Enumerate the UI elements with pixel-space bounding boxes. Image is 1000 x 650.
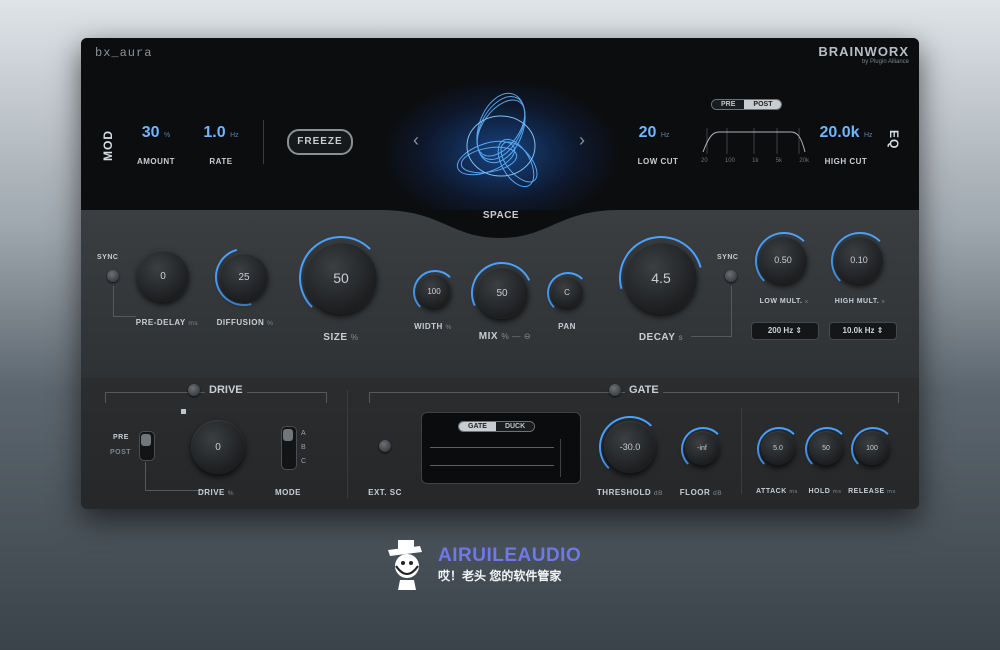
low-mult-knob[interactable]: 0.50 [759, 236, 807, 284]
high-mult-freq-select[interactable]: 10.0k Hz ⇕ [829, 322, 897, 340]
eq-freq-ticks: 20 100 1k 5k 20k [701, 158, 809, 164]
ext-sc-button[interactable] [379, 440, 391, 452]
mode-option: C [301, 458, 307, 465]
mode-option: B [301, 444, 306, 451]
pan-knob[interactable]: C [551, 276, 583, 308]
diffusion-label: DIFFUSION % [216, 318, 274, 327]
sync-connector [113, 286, 136, 317]
eq-label: EQ [887, 130, 901, 150]
floor-label: FLOOR dB [679, 488, 723, 497]
sync-right-label: SYNC [717, 254, 739, 261]
mix-label: MIX % — ⊖ [478, 331, 532, 342]
width-label: WIDTH % [414, 322, 452, 331]
watermark: AIRUILEAUDIO 哎！老头 您的软件管家 [380, 536, 581, 592]
freq-tick: 20 [701, 158, 708, 164]
gate-level-meter [560, 439, 571, 477]
eq-pre-post-toggle[interactable]: PRE POST [711, 99, 783, 110]
high-cut-label: HIGH CUT [824, 157, 868, 166]
space-prev-icon[interactable]: ‹ [413, 130, 419, 151]
floor-knob[interactable]: -inf [685, 431, 719, 465]
release-knob[interactable]: 100 [855, 431, 889, 465]
freq-tick: 20k [799, 158, 809, 164]
pre-delay-label: PRE-DELAY ms [135, 318, 199, 327]
drive-enable-button[interactable] [188, 384, 200, 396]
freeze-button[interactable]: FREEZE [287, 129, 353, 155]
decay-knob[interactable]: 4.5 [625, 242, 697, 314]
gate-meter-line [430, 465, 554, 466]
drive-indicator [181, 409, 186, 414]
gate-display: GATE DUCK [421, 412, 581, 484]
ext-sc-label: EXT. SC [368, 488, 402, 497]
pre-delay-knob[interactable]: 0 [137, 250, 189, 302]
brand-sub: by Plugin Alliance [861, 59, 909, 65]
low-cut-label: LOW CUT [637, 157, 679, 166]
space-next-icon[interactable]: › [579, 130, 585, 151]
gate-option[interactable]: GATE [459, 422, 496, 431]
freq-tick: 1k [752, 158, 759, 164]
sync-left-button[interactable] [107, 270, 119, 282]
watermark-tagline: 哎！老头 您的软件管家 [438, 568, 562, 583]
switch-handle [141, 434, 151, 446]
switch-handle [283, 429, 293, 441]
low-cut-value[interactable]: 20 Hz [629, 124, 679, 142]
freq-tick: 100 [724, 158, 735, 164]
attack-label: ATTACK ms [756, 488, 798, 495]
pan-label: PAN [558, 322, 576, 331]
gate-enable-button[interactable] [609, 384, 621, 396]
freq-tick: 5k [775, 158, 783, 164]
eq-post-option[interactable]: POST [744, 100, 782, 109]
drive-pre-label: PRE [113, 434, 129, 441]
section-divider [741, 408, 742, 494]
size-knob[interactable]: 50 [305, 242, 377, 314]
drive-post-label: POST [110, 449, 132, 456]
mod-label: MOD [101, 130, 115, 161]
attack-knob[interactable]: 5.0 [761, 431, 795, 465]
low-mult-freq-select[interactable]: 200 Hz ⇕ [751, 322, 819, 340]
threshold-knob[interactable]: -30.0 [604, 421, 656, 473]
eq-pre-option[interactable]: PRE [712, 100, 745, 109]
drive-knob-label: DRIVE % [197, 488, 235, 497]
divider [263, 120, 264, 164]
mascot-icon [388, 540, 422, 590]
drive-mode-switch[interactable] [281, 426, 297, 470]
gate-duck-toggle[interactable]: GATE DUCK [458, 421, 536, 432]
space-visual-icon [456, 92, 538, 188]
section-divider [347, 390, 348, 498]
low-mult-label: LOW MULT. x [759, 298, 809, 305]
high-mult-knob[interactable]: 0.10 [835, 236, 883, 284]
sync-right-button[interactable] [725, 270, 737, 282]
hold-knob[interactable]: 50 [809, 431, 843, 465]
high-mult-label: HIGH MULT. x [834, 298, 886, 305]
sync-left-label: SYNC [97, 254, 119, 261]
drive-connector [145, 462, 206, 491]
plugin-window: bx_aura BRAINWORX by Plugin Alliance MOD… [81, 38, 919, 509]
gate-label: GATE [625, 384, 663, 396]
drive-pre-post-switch[interactable] [139, 431, 155, 461]
brand-name: BRAINWORX [818, 44, 909, 59]
size-label: SIZE % [323, 332, 359, 343]
mod-amount-label: AMOUNT [136, 157, 176, 166]
sync-right-connector [691, 286, 732, 337]
width-knob[interactable]: 100 [417, 274, 451, 308]
mod-amount-value[interactable]: 30 % [131, 124, 181, 142]
threshold-label: THRESHOLD dB [596, 488, 664, 497]
duck-option[interactable]: DUCK [495, 422, 535, 431]
watermark-name: AIRUILEAUDIO [438, 544, 582, 566]
decay-label: DECAY s [638, 332, 684, 343]
mode-option: A [301, 430, 306, 437]
plugin-title: bx_aura [95, 46, 153, 60]
diffusion-knob[interactable]: 25 [220, 253, 268, 301]
release-label: RELEASE ms [848, 488, 896, 495]
drive-mode-options: A B C [301, 427, 306, 469]
high-cut-value[interactable]: 20.0k Hz [811, 124, 881, 142]
space-label: SPACE [482, 210, 520, 221]
mod-rate-value[interactable]: 1.0 Hz [194, 124, 248, 142]
drive-mode-label: MODE [275, 488, 301, 497]
brand-logo: BRAINWORX by Plugin Alliance [818, 44, 909, 65]
mod-rate-label: RATE [209, 157, 233, 166]
drive-knob[interactable]: 0 [191, 420, 245, 474]
mix-knob[interactable]: 50 [476, 267, 528, 319]
drive-label: DRIVE [205, 384, 247, 396]
gate-meter-line [430, 447, 554, 448]
